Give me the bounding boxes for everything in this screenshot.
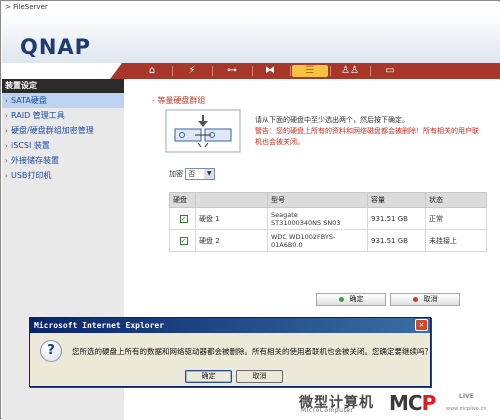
dialog-ok-button[interactable]: 确定: [185, 370, 232, 383]
ok-button[interactable]: 确定: [316, 293, 386, 306]
dialog-message: 您所选的硬盘上所有的数据和网络驱动器都会被删除。所有相关的使用者联机也会被关闭。…: [72, 347, 432, 356]
lightning-icon[interactable]: ⚡: [174, 65, 210, 77]
warning-text: 警告：您的硬盘上所有的资料和网络磁盘都会被删除！所有相关的用户联机也会被关闭。: [255, 127, 479, 146]
close-icon[interactable]: ✕: [415, 319, 428, 331]
sidebar-item-raid[interactable]: › RAID 管理工具: [2, 108, 124, 123]
column-header-status: 状态: [425, 192, 487, 208]
column-header-disk: 硬盘: [169, 192, 196, 208]
confirm-dialog: Microsoft Internet Explorer ✕ ? 您所选的硬盘上所…: [29, 317, 432, 387]
disk-checkbox[interactable]: ✓: [179, 236, 188, 245]
plug-icon[interactable]: ⧓: [252, 65, 288, 77]
users-icon[interactable]: ♙♙: [332, 65, 368, 77]
encryption-row: 加密 否 ▼: [169, 168, 216, 180]
sidebar-item-encryption[interactable]: › 硬盘/硬盘群组加密管理: [2, 123, 124, 138]
folder-icon[interactable]: ▭: [372, 65, 408, 77]
watermark-en: MicroComputer: [301, 407, 354, 414]
qnap-logo: QNAP: [20, 35, 92, 59]
sidebar-item-iscsi[interactable]: › iSCSI 装置: [2, 138, 124, 153]
cancel-button[interactable]: 取消: [390, 293, 460, 306]
connector-icon[interactable]: ⊶: [214, 65, 250, 77]
column-header-capacity: 容量: [367, 192, 426, 208]
sidebar-item-external-storage[interactable]: › 外接储存装置: [2, 153, 124, 168]
window-title: > FileServer: [2, 2, 500, 13]
table-row: ✓ 硬盘 1 Seagate ST31000340NS SN03 931.51 G…: [169, 207, 487, 230]
sidebar-header: 装置设定: [2, 79, 124, 93]
sidebar-item-sata[interactable]: › SATA硬盘: [2, 93, 124, 108]
disk-table: 硬盘 型号 容量 状态 ✓ 硬盘 1 Seagate ST31000340NS S…: [169, 192, 487, 252]
green-dot-icon: [338, 296, 344, 302]
browser-window: > FileServer QNAP ⌂ ⚡ ⊶ ⧓ ☰ ♙♙ ▭ 装置设定 › S…: [0, 0, 500, 420]
watermark-url: www.mcplive.cn: [446, 406, 487, 412]
watermark-logo: MCP: [389, 391, 436, 415]
column-header-model: 型号: [267, 192, 368, 208]
disk-checkbox[interactable]: ✓: [179, 214, 188, 223]
disk-icon[interactable]: ☰: [292, 65, 328, 77]
home-icon[interactable]: ⌂: [134, 65, 170, 77]
top-nav: ⌂ ⚡ ⊶ ⧓ ☰ ♙♙ ▭: [2, 63, 500, 79]
table-row: ✓ 硬盘 2 WDC WD1002FBYS- 01A6B0.0 931.51 GB…: [169, 229, 487, 252]
chevron-down-icon: ▼: [204, 169, 215, 179]
dialog-cancel-button[interactable]: 取消: [236, 370, 283, 383]
instructions: 请从下面的硬盘中至少选出两个，然后按下确定。 警告：您的硬盘上所有的资料和网络磁…: [255, 115, 485, 148]
section-title: - 等量硬盘群组: [152, 96, 206, 105]
app-header: QNAP: [2, 13, 500, 63]
red-dot-icon: [412, 296, 418, 302]
question-icon: ?: [40, 340, 62, 362]
disk-group-illustration-icon: [165, 109, 241, 153]
sidebar-item-usb-printer[interactable]: › USB打印机: [2, 168, 124, 183]
dialog-title: Microsoft Internet Explorer ✕: [30, 318, 430, 333]
encryption-select[interactable]: 否 ▼: [185, 168, 216, 180]
watermark-live: LIVE: [459, 393, 474, 400]
